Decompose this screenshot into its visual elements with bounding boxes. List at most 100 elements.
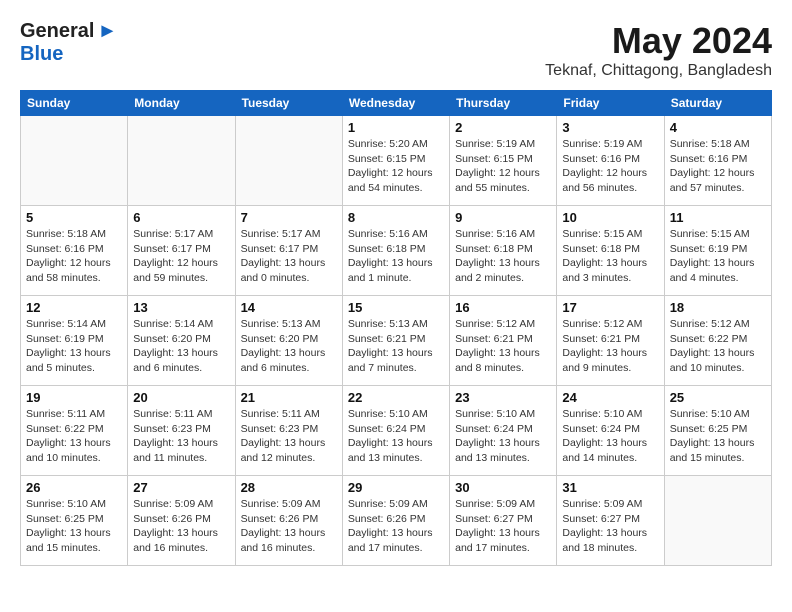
- location-subtitle: Teknaf, Chittagong, Bangladesh: [545, 62, 772, 80]
- calendar-day-cell: 3 Sunrise: 5:19 AMSunset: 6:16 PMDaylight…: [557, 116, 664, 206]
- calendar-day-cell: 28 Sunrise: 5:09 AMSunset: 6:26 PMDayligh…: [235, 476, 342, 566]
- day-number: 29: [348, 480, 444, 495]
- calendar-day-cell: 19 Sunrise: 5:11 AMSunset: 6:22 PMDayligh…: [21, 386, 128, 476]
- calendar-day-cell: 12 Sunrise: 5:14 AMSunset: 6:19 PMDayligh…: [21, 296, 128, 386]
- calendar-day-cell: 25 Sunrise: 5:10 AMSunset: 6:25 PMDayligh…: [664, 386, 771, 476]
- day-info: Sunrise: 5:09 AMSunset: 6:26 PMDaylight:…: [348, 497, 444, 556]
- day-info: Sunrise: 5:09 AMSunset: 6:27 PMDaylight:…: [455, 497, 551, 556]
- day-number: 10: [562, 210, 658, 225]
- day-info: Sunrise: 5:09 AMSunset: 6:27 PMDaylight:…: [562, 497, 658, 556]
- calendar-day-cell: 26 Sunrise: 5:10 AMSunset: 6:25 PMDayligh…: [21, 476, 128, 566]
- calendar-day-cell: 1 Sunrise: 5:20 AMSunset: 6:15 PMDaylight…: [342, 116, 449, 206]
- day-info: Sunrise: 5:20 AMSunset: 6:15 PMDaylight:…: [348, 137, 444, 196]
- day-info: Sunrise: 5:19 AMSunset: 6:16 PMDaylight:…: [562, 137, 658, 196]
- calendar-day-cell: 8 Sunrise: 5:16 AMSunset: 6:18 PMDaylight…: [342, 206, 449, 296]
- day-number: 6: [133, 210, 229, 225]
- day-number: 11: [670, 210, 766, 225]
- calendar-day-header: Wednesday: [342, 91, 449, 116]
- day-number: 22: [348, 390, 444, 405]
- calendar-day-cell: 30 Sunrise: 5:09 AMSunset: 6:27 PMDayligh…: [450, 476, 557, 566]
- day-info: Sunrise: 5:14 AMSunset: 6:19 PMDaylight:…: [26, 317, 122, 376]
- calendar-day-cell: 5 Sunrise: 5:18 AMSunset: 6:16 PMDaylight…: [21, 206, 128, 296]
- day-number: 13: [133, 300, 229, 315]
- day-number: 7: [241, 210, 337, 225]
- day-info: Sunrise: 5:14 AMSunset: 6:20 PMDaylight:…: [133, 317, 229, 376]
- day-info: Sunrise: 5:12 AMSunset: 6:22 PMDaylight:…: [670, 317, 766, 376]
- calendar-day-header: Friday: [557, 91, 664, 116]
- day-number: 1: [348, 120, 444, 135]
- day-number: 21: [241, 390, 337, 405]
- day-number: 31: [562, 480, 658, 495]
- day-number: 18: [670, 300, 766, 315]
- day-info: Sunrise: 5:10 AMSunset: 6:24 PMDaylight:…: [348, 407, 444, 466]
- calendar-week-row: 12 Sunrise: 5:14 AMSunset: 6:19 PMDayligh…: [21, 296, 772, 386]
- day-info: Sunrise: 5:13 AMSunset: 6:21 PMDaylight:…: [348, 317, 444, 376]
- logo: General ► Blue: [20, 20, 117, 66]
- day-number: 14: [241, 300, 337, 315]
- day-number: 26: [26, 480, 122, 495]
- calendar-day-cell: [664, 476, 771, 566]
- calendar-week-row: 26 Sunrise: 5:10 AMSunset: 6:25 PMDayligh…: [21, 476, 772, 566]
- calendar-day-cell: 16Sunrise: 5:12 AMSunset: 6:21 PMDayligh…: [450, 296, 557, 386]
- calendar-day-cell: 22 Sunrise: 5:10 AMSunset: 6:24 PMDayligh…: [342, 386, 449, 476]
- day-number: 2: [455, 120, 551, 135]
- day-info: Sunrise: 5:13 AMSunset: 6:20 PMDaylight:…: [241, 317, 337, 376]
- calendar-day-header: Tuesday: [235, 91, 342, 116]
- day-number: 23: [455, 390, 551, 405]
- calendar-day-cell: 2 Sunrise: 5:19 AMSunset: 6:15 PMDaylight…: [450, 116, 557, 206]
- calendar-day-cell: 17Sunrise: 5:12 AMSunset: 6:21 PMDayligh…: [557, 296, 664, 386]
- calendar-day-cell: 7Sunrise: 5:17 AMSunset: 6:17 PMDaylight…: [235, 206, 342, 296]
- day-info: Sunrise: 5:15 AMSunset: 6:18 PMDaylight:…: [562, 227, 658, 286]
- day-info: Sunrise: 5:18 AMSunset: 6:16 PMDaylight:…: [26, 227, 122, 286]
- day-number: 5: [26, 210, 122, 225]
- page-header: General ► Blue May 2024 Teknaf, Chittago…: [20, 20, 772, 80]
- day-info: Sunrise: 5:11 AMSunset: 6:23 PMDaylight:…: [241, 407, 337, 466]
- calendar-day-cell: 20Sunrise: 5:11 AMSunset: 6:23 PMDayligh…: [128, 386, 235, 476]
- day-info: Sunrise: 5:19 AMSunset: 6:15 PMDaylight:…: [455, 137, 551, 196]
- calendar-day-cell: [235, 116, 342, 206]
- logo-arrow-icon: ►: [97, 20, 117, 43]
- calendar-day-cell: 21 Sunrise: 5:11 AMSunset: 6:23 PMDayligh…: [235, 386, 342, 476]
- day-info: Sunrise: 5:10 AMSunset: 6:25 PMDaylight:…: [26, 497, 122, 556]
- calendar-day-cell: 31 Sunrise: 5:09 AMSunset: 6:27 PMDayligh…: [557, 476, 664, 566]
- day-number: 19: [26, 390, 122, 405]
- day-number: 3: [562, 120, 658, 135]
- calendar-header-row: SundayMondayTuesdayWednesdayThursdayFrid…: [21, 91, 772, 116]
- calendar-day-cell: 9Sunrise: 5:16 AMSunset: 6:18 PMDaylight…: [450, 206, 557, 296]
- day-info: Sunrise: 5:10 AMSunset: 6:24 PMDaylight:…: [562, 407, 658, 466]
- calendar-day-header: Saturday: [664, 91, 771, 116]
- calendar-day-cell: 14 Sunrise: 5:13 AMSunset: 6:20 PMDayligh…: [235, 296, 342, 386]
- day-number: 24: [562, 390, 658, 405]
- calendar-day-cell: 13 Sunrise: 5:14 AMSunset: 6:20 PMDayligh…: [128, 296, 235, 386]
- calendar-day-cell: 6Sunrise: 5:17 AMSunset: 6:17 PMDaylight…: [128, 206, 235, 296]
- day-number: 25: [670, 390, 766, 405]
- calendar-day-cell: 27 Sunrise: 5:09 AMSunset: 6:26 PMDayligh…: [128, 476, 235, 566]
- calendar-day-cell: 18 Sunrise: 5:12 AMSunset: 6:22 PMDayligh…: [664, 296, 771, 386]
- logo-general: General: [20, 20, 94, 43]
- day-number: 4: [670, 120, 766, 135]
- calendar-day-cell: 15 Sunrise: 5:13 AMSunset: 6:21 PMDayligh…: [342, 296, 449, 386]
- day-number: 27: [133, 480, 229, 495]
- day-number: 8: [348, 210, 444, 225]
- day-number: 12: [26, 300, 122, 315]
- day-number: 30: [455, 480, 551, 495]
- day-info: Sunrise: 5:11 AMSunset: 6:22 PMDaylight:…: [26, 407, 122, 466]
- calendar-week-row: 1 Sunrise: 5:20 AMSunset: 6:15 PMDaylight…: [21, 116, 772, 206]
- day-info: Sunrise: 5:09 AMSunset: 6:26 PMDaylight:…: [133, 497, 229, 556]
- day-info: Sunrise: 5:09 AMSunset: 6:26 PMDaylight:…: [241, 497, 337, 556]
- month-title: May 2024: [545, 20, 772, 62]
- calendar-day-cell: 24 Sunrise: 5:10 AMSunset: 6:24 PMDayligh…: [557, 386, 664, 476]
- day-info: Sunrise: 5:12 AMSunset: 6:21 PMDaylight:…: [562, 317, 658, 376]
- title-section: May 2024 Teknaf, Chittagong, Bangladesh: [545, 20, 772, 80]
- day-number: 15: [348, 300, 444, 315]
- logo-blue: Blue: [20, 43, 63, 65]
- day-number: 28: [241, 480, 337, 495]
- day-info: Sunrise: 5:12 AMSunset: 6:21 PMDaylight:…: [455, 317, 551, 376]
- calendar-day-cell: 11Sunrise: 5:15 AMSunset: 6:19 PMDayligh…: [664, 206, 771, 296]
- day-info: Sunrise: 5:16 AMSunset: 6:18 PMDaylight:…: [348, 227, 444, 286]
- day-number: 20: [133, 390, 229, 405]
- calendar-day-header: Sunday: [21, 91, 128, 116]
- day-info: Sunrise: 5:16 AMSunset: 6:18 PMDaylight:…: [455, 227, 551, 286]
- calendar-day-header: Monday: [128, 91, 235, 116]
- day-info: Sunrise: 5:10 AMSunset: 6:25 PMDaylight:…: [670, 407, 766, 466]
